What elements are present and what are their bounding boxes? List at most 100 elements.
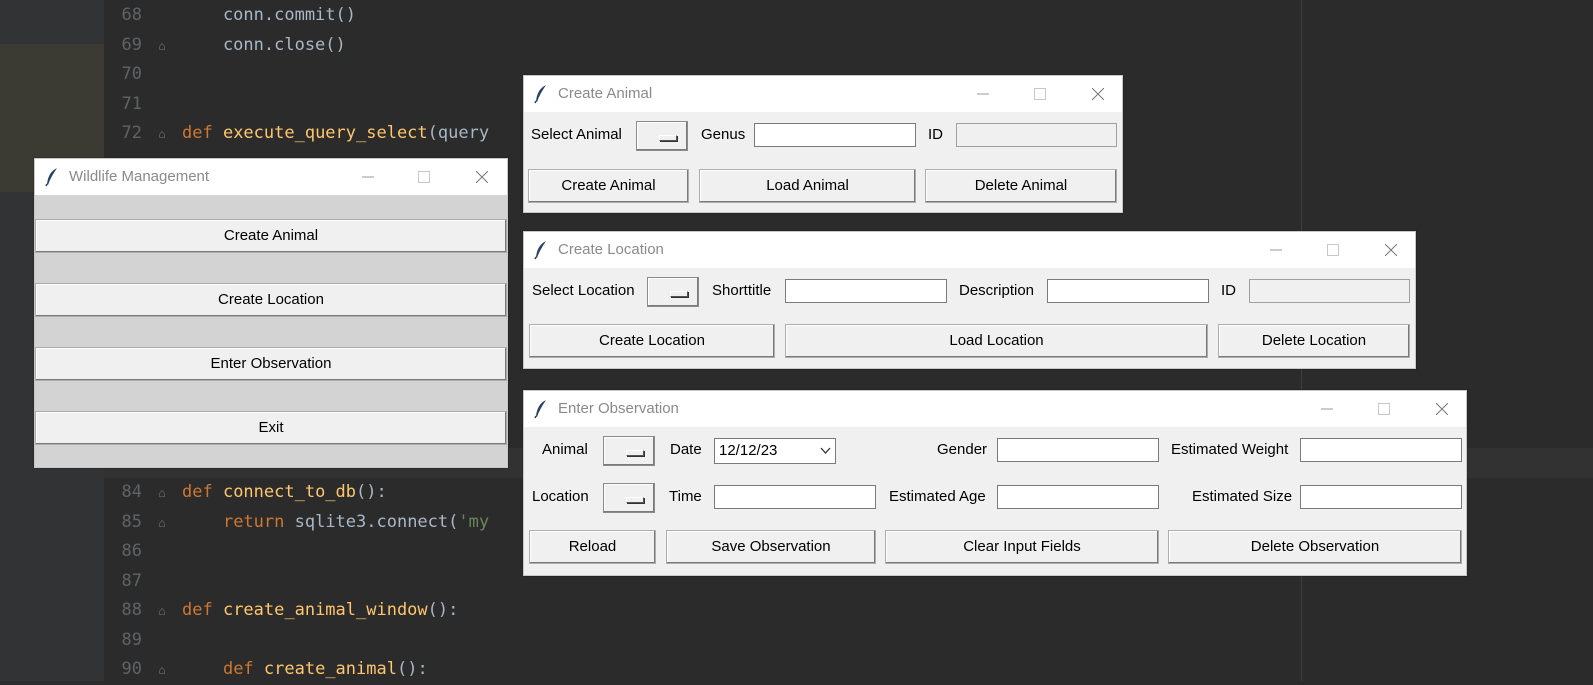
code-token: conn.close() bbox=[182, 35, 346, 55]
code-token: def bbox=[222, 659, 264, 679]
fold-marker-icon[interactable]: ⌂ bbox=[142, 31, 182, 61]
create-location-window: Create Location Select Location Shorttit… bbox=[523, 231, 1416, 369]
line-number: 69 bbox=[121, 35, 142, 55]
fold-marker-icon[interactable]: ⌂ bbox=[142, 119, 182, 149]
close-button[interactable] bbox=[1419, 391, 1465, 427]
select-animal-dropdown[interactable] bbox=[636, 121, 688, 151]
gender-input[interactable] bbox=[997, 438, 1159, 462]
option-indicator-icon bbox=[626, 497, 644, 503]
estimated-weight-label: Estimated Weight bbox=[1171, 441, 1289, 458]
shorttitle-input[interactable] bbox=[785, 279, 947, 303]
create-animal-titlebar[interactable]: Create Animal bbox=[524, 76, 1122, 112]
genus-label: Genus bbox=[701, 126, 746, 143]
code-line[interactable]: 89 bbox=[104, 625, 182, 655]
tk-feather-icon bbox=[534, 400, 546, 419]
code-line[interactable]: 68 conn.commit() bbox=[104, 0, 356, 30]
line-number: 87 bbox=[121, 571, 142, 591]
code-line[interactable]: 87 bbox=[104, 566, 182, 596]
code-line[interactable]: 71 bbox=[104, 89, 182, 119]
id-field[interactable] bbox=[956, 123, 1117, 147]
close-button[interactable] bbox=[1075, 76, 1121, 112]
maximize-button[interactable] bbox=[1310, 232, 1356, 268]
create-location-submit-button[interactable]: Create Location bbox=[529, 324, 775, 358]
code-token: return bbox=[222, 512, 295, 532]
code-line[interactable]: 86 bbox=[104, 536, 182, 566]
estimated-weight-input[interactable] bbox=[1300, 438, 1462, 462]
minimize-icon bbox=[977, 93, 989, 95]
fold-marker-icon[interactable]: ⌂ bbox=[142, 508, 182, 538]
line-number: 88 bbox=[121, 600, 142, 620]
select-location-dropdown[interactable] bbox=[647, 277, 699, 307]
code-line[interactable]: 69 ⌂ conn.close() bbox=[104, 30, 346, 60]
maximize-button[interactable] bbox=[1361, 391, 1407, 427]
main-window-titlebar[interactable]: Wildlife Management bbox=[35, 159, 507, 195]
code-line[interactable]: 90 ⌂ def create_animal(): bbox=[104, 654, 428, 684]
main-window-title: Wildlife Management bbox=[69, 168, 210, 185]
estimated-size-input[interactable] bbox=[1300, 485, 1462, 509]
delete-location-button[interactable]: Delete Location bbox=[1218, 324, 1410, 358]
line-number: 85 bbox=[121, 512, 142, 532]
tk-feather-icon bbox=[534, 241, 546, 260]
code-line[interactable]: 88 ⌂ def create_animal_window(): bbox=[104, 595, 459, 626]
delete-animal-button[interactable]: Delete Animal bbox=[925, 169, 1117, 203]
select-location-label: Select Location bbox=[532, 282, 635, 299]
main-window: Wildlife Management Create Animal Create… bbox=[34, 158, 508, 468]
close-button[interactable] bbox=[1368, 232, 1414, 268]
code-token: execute_query_select bbox=[222, 123, 428, 143]
minimize-icon bbox=[362, 176, 374, 178]
fold-marker-icon[interactable]: ⌂ bbox=[142, 596, 182, 626]
create-animal-body: Select Animal Genus ID Create Animal Loa… bbox=[524, 112, 1122, 212]
maximize-icon bbox=[418, 171, 430, 183]
close-icon bbox=[1385, 244, 1397, 256]
create-location-titlebar[interactable]: Create Location bbox=[524, 232, 1415, 268]
fold-marker-icon[interactable]: ⌂ bbox=[142, 478, 182, 508]
minimize-icon bbox=[1321, 408, 1333, 410]
description-label: Description bbox=[959, 282, 1035, 299]
maximize-button[interactable] bbox=[401, 159, 447, 195]
minimize-icon bbox=[1270, 249, 1282, 251]
estimated-age-input[interactable] bbox=[997, 485, 1159, 509]
enter-observation-titlebar[interactable]: Enter Observation bbox=[524, 391, 1466, 427]
time-input[interactable] bbox=[714, 485, 876, 509]
animal-dropdown[interactable] bbox=[603, 436, 655, 466]
minimize-button[interactable] bbox=[960, 76, 1006, 112]
description-input[interactable] bbox=[1047, 279, 1209, 303]
genus-input[interactable] bbox=[754, 123, 916, 147]
code-token: def bbox=[182, 123, 223, 143]
close-button[interactable] bbox=[459, 159, 505, 195]
create-animal-submit-button[interactable]: Create Animal bbox=[528, 169, 689, 203]
line-number: 71 bbox=[121, 94, 142, 114]
reload-button[interactable]: Reload bbox=[529, 530, 656, 564]
estimated-size-label: Estimated Size bbox=[1192, 488, 1293, 505]
minimize-button[interactable] bbox=[1304, 391, 1350, 427]
location-dropdown[interactable] bbox=[603, 483, 655, 513]
estimated-age-label: Estimated Age bbox=[889, 488, 986, 505]
create-location-button[interactable]: Create Location bbox=[35, 283, 507, 317]
date-combobox[interactable]: 12/12/23 bbox=[714, 438, 836, 464]
create-location-title: Create Location bbox=[558, 241, 664, 258]
load-location-button[interactable]: Load Location bbox=[785, 324, 1208, 358]
line-number: 84 bbox=[121, 482, 142, 502]
option-indicator-icon bbox=[626, 450, 644, 456]
create-animal-button[interactable]: Create Animal bbox=[35, 219, 507, 253]
maximize-button[interactable] bbox=[1017, 76, 1063, 112]
id-field[interactable] bbox=[1249, 279, 1410, 303]
load-animal-button[interactable]: Load Animal bbox=[699, 169, 916, 203]
save-observation-button[interactable]: Save Observation bbox=[666, 530, 876, 564]
delete-observation-button[interactable]: Delete Observation bbox=[1168, 530, 1462, 564]
enter-observation-button[interactable]: Enter Observation bbox=[35, 347, 507, 381]
code-line[interactable]: 85 ⌂ return sqlite3.connect('my bbox=[104, 507, 490, 538]
minimize-button[interactable] bbox=[345, 159, 391, 195]
code-line[interactable]: 84 ⌂ def connect_to_db(): bbox=[104, 477, 387, 507]
select-animal-label: Select Animal bbox=[531, 126, 622, 143]
code-line[interactable]: 70 bbox=[104, 59, 182, 89]
minimize-button[interactable] bbox=[1253, 232, 1299, 268]
create-animal-title: Create Animal bbox=[558, 85, 653, 102]
code-line[interactable]: 72 ⌂ def execute_query_select(query bbox=[104, 118, 490, 149]
exit-button[interactable]: Exit bbox=[35, 411, 507, 445]
line-number: 70 bbox=[121, 64, 142, 84]
code-token: create_animal bbox=[263, 659, 397, 679]
clear-input-fields-button[interactable]: Clear Input Fields bbox=[885, 530, 1159, 564]
